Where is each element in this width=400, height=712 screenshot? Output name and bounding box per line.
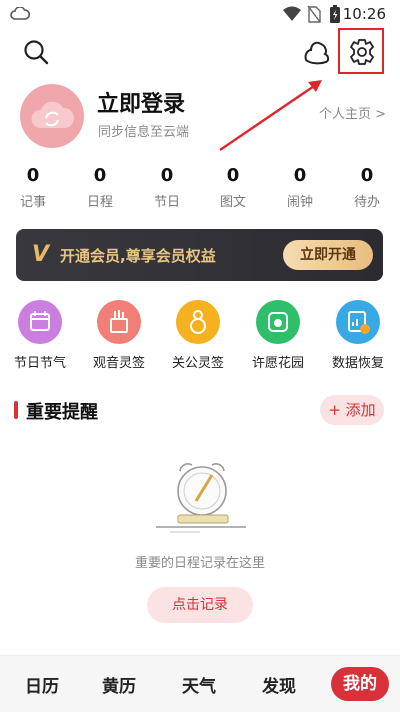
stat-schedule[interactable]: 0 日程: [75, 165, 125, 210]
alarm-clock-illustration: [156, 463, 246, 533]
feature-guanyin-lot[interactable]: 观音灵签: [81, 300, 157, 371]
gourd-icon: [176, 300, 220, 344]
stat-notes[interactable]: 0 记事: [8, 165, 58, 210]
stat-value: 0: [360, 165, 374, 186]
stat-label: 节日: [153, 195, 180, 210]
settings-highlight-box: [338, 28, 384, 74]
vip-text: 开通会员,尊享会员权益: [60, 247, 216, 265]
stat-value: 0: [226, 165, 240, 186]
nav-weather[interactable]: 天气: [182, 672, 216, 697]
avatar[interactable]: [20, 84, 84, 148]
add-reminder-button[interactable]: + 添加: [320, 395, 384, 425]
vip-open-button[interactable]: 立即开通: [283, 240, 373, 270]
feature-label: 数据恢复: [331, 356, 384, 371]
stat-value: 0: [26, 165, 40, 186]
homepage-link[interactable]: 个人主页 >: [319, 103, 386, 122]
stat-alarm[interactable]: 0 闹钟: [275, 165, 325, 210]
feature-label: 许愿花园: [251, 356, 304, 371]
stat-value: 0: [293, 165, 307, 186]
stat-label: 记事: [19, 195, 46, 210]
stat-value: 0: [160, 165, 174, 186]
data-recovery-icon: [336, 300, 380, 344]
status-bar: 10:26: [0, 0, 400, 30]
vip-badge-icon: V: [32, 242, 50, 267]
feature-data-recovery[interactable]: 数据恢复: [320, 300, 396, 371]
stat-label: 闹钟: [286, 195, 313, 210]
login-subtitle: 同步信息至云端: [98, 125, 190, 140]
stat-festival[interactable]: 0 节日: [142, 165, 192, 210]
feature-label: 观音灵签: [92, 356, 145, 371]
stat-value: 0: [93, 165, 107, 186]
stat-label: 图文: [219, 195, 246, 210]
status-time: 10:26: [342, 5, 386, 23]
section-accent-bar: [14, 401, 18, 419]
feature-label: 关公灵签: [171, 356, 224, 371]
vip-banner[interactable]: V 开通会员,尊享会员权益 立即开通: [16, 229, 383, 281]
no-sim-icon: [307, 5, 321, 23]
feature-wish-garden[interactable]: 许愿花园: [240, 300, 316, 371]
empty-state-text: 重要的日程记录在这里: [134, 556, 265, 571]
login-title[interactable]: 立即登录: [97, 86, 185, 118]
stat-label: 待办: [353, 195, 380, 210]
search-icon[interactable]: [22, 38, 52, 68]
stat-todo[interactable]: 0 待办: [342, 165, 392, 210]
nav-mine[interactable]: 我的: [331, 667, 389, 701]
stat-picture[interactable]: 0 图文: [208, 165, 258, 210]
stat-label: 日程: [86, 195, 113, 210]
record-button[interactable]: 点击记录: [147, 587, 253, 623]
garden-icon: [256, 300, 300, 344]
feature-guangong-lot[interactable]: 关公灵签: [160, 300, 236, 371]
skin-icon[interactable]: [302, 38, 332, 68]
nav-almanac[interactable]: 黄历: [102, 672, 136, 697]
bottom-nav: 日历 黄历 天气 发现 我的: [0, 655, 400, 712]
calendar-icon: [18, 300, 62, 344]
stats-row: 0 记事 0 日程 0 节日 0 图文 0 闹钟 0 待办: [0, 165, 400, 215]
battery-icon: [330, 5, 340, 23]
wifi-icon: [283, 6, 301, 21]
annotation-arrow: [219, 80, 322, 151]
feature-festival-solar-terms[interactable]: 节日节气: [2, 300, 78, 371]
reminders-title: 重要提醒: [26, 402, 98, 423]
lot-box-icon: [97, 300, 141, 344]
cloud-sync-icon: [31, 101, 75, 128]
cloud-icon: [10, 7, 30, 20]
feature-label: 节日节气: [13, 356, 66, 371]
nav-discover[interactable]: 发现: [262, 672, 296, 697]
nav-calendar[interactable]: 日历: [25, 672, 59, 697]
